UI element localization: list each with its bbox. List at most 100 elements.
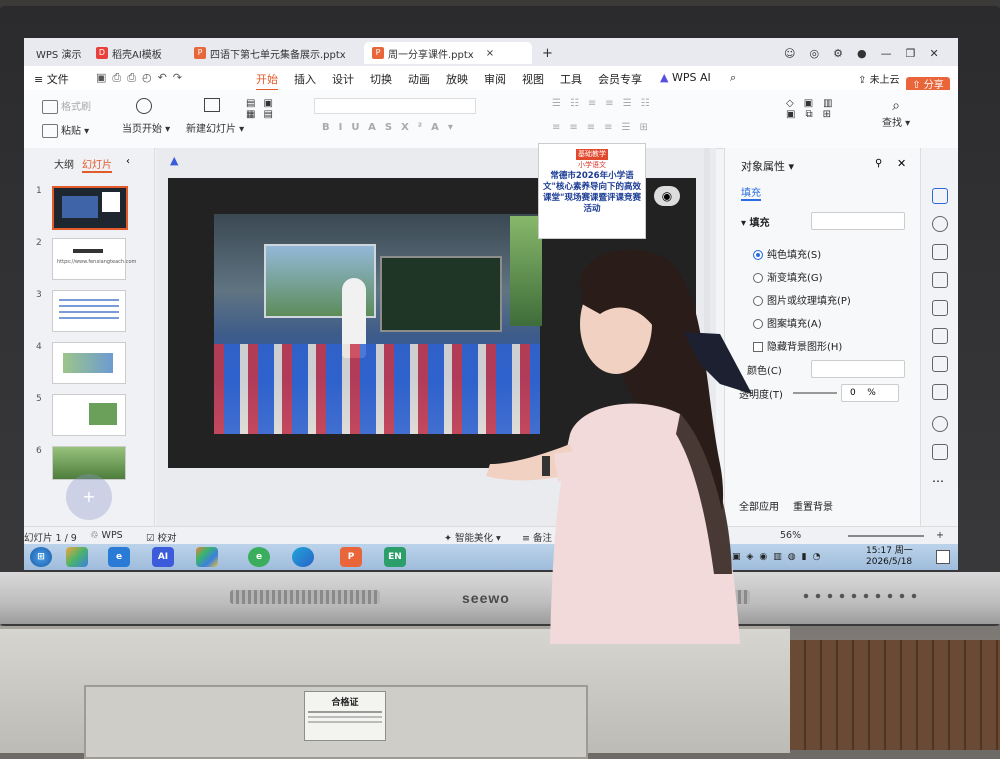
tab-outline[interactable]: 大纲 [54, 156, 74, 171]
font-style-buttons[interactable]: BIUASX²A▾ [322, 122, 462, 133]
menu-item-view[interactable]: 视图 [522, 71, 544, 87]
slide-number: 2 [36, 238, 42, 248]
find-button[interactable]: ⌕ 查找 ▾ [882, 98, 910, 129]
ai-app-icon[interactable]: AI [152, 547, 174, 567]
reset-background-button[interactable]: 重置背景 [793, 498, 833, 513]
start-from-current-button[interactable]: 当页开始 ▾ [122, 98, 170, 135]
app-icon[interactable] [66, 547, 88, 567]
shape-buttons[interactable]: ◇▣▥ ▣⧉⊞ [786, 98, 843, 120]
new-tab-button[interactable]: + [534, 42, 561, 64]
tab-file-1[interactable]: P 四语下第七单元集备展示.pptx [186, 42, 358, 64]
option-label: 图案填充(A) [767, 319, 822, 330]
theme-indicator[interactable]: ♲ WPS [90, 530, 123, 541]
fill-section-header[interactable]: ▾ 填充 [741, 214, 770, 229]
wps-ai-button[interactable]: ▲ WPS AI [660, 71, 711, 84]
close-window-icon[interactable]: ✕ [929, 47, 938, 60]
wps-ai-canvas-icon[interactable]: ▲ [170, 154, 178, 167]
slide-thumbnail-5[interactable] [52, 394, 126, 436]
format-painter-label: 格式刷 [61, 102, 91, 113]
feedback-icon[interactable]: ☺ [784, 47, 795, 60]
menu-file-label: 文件 [46, 73, 69, 86]
menu-item-tools[interactable]: 工具 [560, 71, 582, 87]
search-icon[interactable]: ⌕ [730, 71, 736, 85]
align-buttons[interactable]: ≡≡≡≡☰⊞ [552, 122, 657, 133]
menu-item-member[interactable]: 会员专享 [598, 71, 642, 87]
ie-browser-icon[interactable]: e [108, 547, 130, 567]
tab-file-2[interactable]: P 周一分享课件.pptx × [364, 42, 532, 64]
more-icon[interactable]: ⋯ [932, 474, 944, 488]
browser-icon[interactable]: e [248, 547, 270, 567]
layout-icons[interactable]: ▤▣ ▦▤ [246, 98, 281, 120]
magic-icon[interactable] [932, 272, 948, 288]
zoom-in-button[interactable]: + [936, 530, 944, 541]
close-panel-icon[interactable]: ✕ [897, 157, 906, 170]
color-select[interactable] [811, 360, 905, 378]
font-name-select[interactable] [314, 98, 476, 114]
add-slide-button[interactable]: + [66, 474, 112, 520]
slide-thumbnail-3[interactable] [52, 290, 126, 332]
format-painter-button[interactable]: 格式刷 [42, 98, 91, 114]
collapse-icon[interactable]: ‹ [126, 156, 130, 167]
animation-icon[interactable] [932, 384, 948, 400]
tab-bar: WPS 演示 D 稻壳AI模板 P 四语下第七单元集备展示.pptx P 周一分… [24, 38, 958, 66]
menu-item-slideshow[interactable]: 放映 [446, 71, 468, 87]
paste-button[interactable]: 粘贴 ▾ [42, 122, 89, 138]
new-slide-button[interactable]: 新建幻灯片 ▾ [186, 98, 244, 135]
easinote-icon[interactable]: EN [384, 547, 406, 567]
shirt-icon[interactable] [932, 300, 948, 316]
menu-item-review[interactable]: 审阅 [484, 71, 506, 87]
tab-fill[interactable]: 填充 [741, 184, 761, 201]
restore-icon[interactable]: ❐ [906, 47, 916, 60]
menu-item-insert[interactable]: 插入 [294, 71, 316, 87]
cloud-status[interactable]: ⇪ 未上云 [858, 71, 900, 86]
tab-wps-home[interactable]: WPS 演示 [28, 42, 89, 64]
new-slide-icon [204, 98, 220, 112]
slide-thumbnail-1[interactable] [52, 186, 128, 230]
menu-item-start[interactable]: 开始 [256, 71, 278, 91]
paragraph-buttons[interactable]: ☰☷≡≡☰☷ [552, 98, 659, 109]
start-button[interactable]: ⊞ [30, 547, 52, 567]
system-clock[interactable]: 15:17 周一 2026/5/18 [866, 546, 913, 568]
skin-icon[interactable]: ◎ [809, 47, 819, 60]
transparency-slider[interactable] [793, 392, 837, 394]
cert-line [308, 721, 382, 723]
tab-slides[interactable]: 幻灯片 [82, 156, 112, 173]
menu-file[interactable]: ≡ 文件 [34, 71, 69, 87]
image-icon[interactable] [932, 328, 948, 344]
help-icon[interactable] [932, 416, 948, 432]
play-icon [136, 98, 152, 114]
layers-icon[interactable] [932, 356, 948, 372]
zoom-level[interactable]: 56% [780, 530, 801, 541]
star-icon[interactable] [932, 216, 948, 232]
menu-item-design[interactable]: 设计 [332, 71, 354, 87]
wps-presentation-icon[interactable]: P [340, 547, 362, 567]
app-grid-icon[interactable] [196, 547, 218, 567]
proofread-button[interactable]: ☑ 校对 [146, 530, 177, 544]
menu-item-animation[interactable]: 动画 [408, 71, 430, 87]
ribbon-toolbar: 格式刷 粘贴 ▾ 当页开始 ▾ 新建幻灯片 ▾ ▤▣ ▦▤ BIUASX²A▾ ☰… [24, 90, 958, 149]
pptx-icon: P [372, 47, 384, 59]
fill-type-select[interactable] [811, 212, 905, 230]
record-button[interactable]: ◉ [654, 186, 680, 206]
avatar[interactable]: ● [857, 47, 867, 60]
menu-item-transition[interactable]: 切换 [370, 71, 392, 87]
minimize-icon[interactable]: — [881, 47, 892, 60]
pin-icon[interactable]: ⚲ [875, 158, 882, 169]
properties-icon[interactable] [932, 188, 948, 204]
copy-icon[interactable] [932, 244, 948, 260]
slide-thumbnail-4[interactable] [52, 342, 126, 384]
comment-icon[interactable] [932, 444, 948, 460]
slide-thumbnail-2[interactable]: https://www.fenxiangteach.com [52, 238, 136, 280]
edge-browser-icon[interactable] [292, 547, 314, 567]
close-icon[interactable]: × [486, 48, 494, 59]
right-toolbar: ⋯ [920, 148, 958, 526]
event-poster[interactable]: 基础教学 小学语文 常德市2026年小学语文"核心素养导向下的高效课堂"现场赛课… [538, 143, 646, 239]
quick-access-icons[interactable]: ▣⎙⎙◴↶↷ [96, 71, 188, 85]
show-desktop-icon[interactable] [936, 550, 950, 564]
tab-template[interactable]: D 稻壳AI模板 [88, 42, 170, 64]
settings-icon[interactable]: ⚙ [833, 47, 843, 60]
cert-line [308, 711, 382, 713]
panel-title: 对象属性 ▾ [741, 160, 795, 173]
transparency-input[interactable]: 0 % [841, 384, 899, 402]
zoom-slider[interactable] [848, 535, 924, 537]
